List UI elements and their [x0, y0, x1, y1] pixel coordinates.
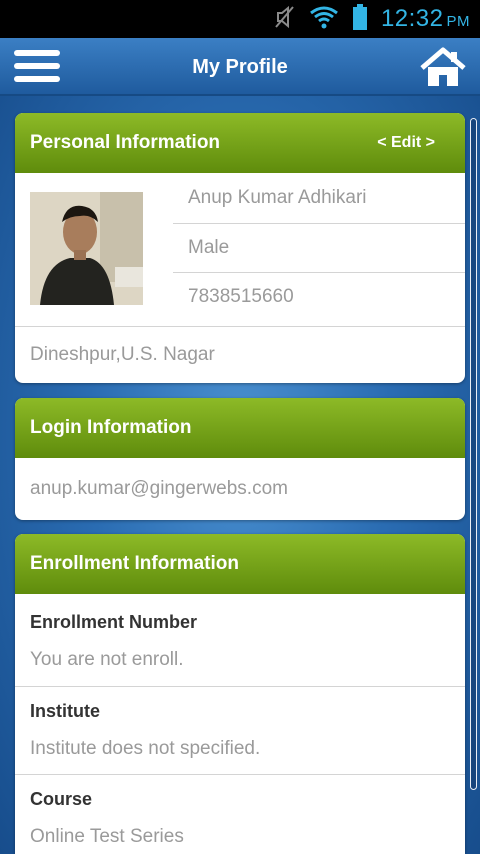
scrollbar[interactable]: [470, 118, 477, 790]
menu-icon: [14, 50, 60, 56]
personal-info-card: Personal Information < Edit > Anup Kumar…: [15, 113, 465, 383]
enrollment-number-value: You are not enroll.: [30, 649, 184, 670]
mute-icon: [275, 5, 295, 34]
name-value: Anup Kumar Adhikari: [188, 186, 367, 208]
avatar: [30, 192, 143, 305]
profile-photo: [30, 192, 143, 305]
home-icon: [420, 47, 466, 86]
page-title: My Profile: [192, 56, 288, 78]
clock: 12:32 PM: [380, 5, 470, 32]
personal-details: Anup Kumar Adhikari Male 7838515660: [173, 173, 465, 322]
gender-value: Male: [188, 236, 230, 258]
name-row: Anup Kumar Adhikari: [173, 173, 465, 223]
status-bar: 12:32 PM: [0, 0, 480, 38]
enrollment-number-label: Enrollment Number: [30, 612, 198, 632]
course-value: Online Test Series: [30, 826, 184, 847]
enrollment-number-row: Enrollment Number You are not enroll.: [15, 594, 465, 686]
login-info-header: Login Information: [15, 398, 465, 458]
address-value: Dineshpur,U.S. Nagar: [30, 343, 215, 365]
app-bar: My Profile: [0, 38, 480, 96]
institute-label: Institute: [30, 701, 100, 721]
menu-button[interactable]: [14, 50, 60, 84]
profile-summary: Anup Kumar Adhikari Male 7838515660: [15, 173, 465, 326]
wifi-icon: [309, 5, 339, 34]
enrollment-info-header: Enrollment Information: [15, 534, 465, 594]
enrollment-info-card: Enrollment Information Enrollment Number…: [15, 534, 465, 854]
home-button[interactable]: [418, 46, 468, 88]
institute-value: Institute does not specified.: [30, 738, 261, 759]
battery-icon: [352, 3, 367, 35]
phone-value: 7838515660: [188, 286, 294, 308]
email-row: anup.kumar@gingerwebs.com: [15, 458, 465, 520]
edit-button[interactable]: < Edit >: [377, 113, 435, 173]
address-row: Dineshpur,U.S. Nagar: [15, 326, 465, 382]
course-label: Course: [30, 789, 93, 809]
institute-row: Institute Institute does not specified.: [15, 686, 465, 774]
gender-row: Male: [173, 222, 465, 273]
profile-content[interactable]: Personal Information < Edit > Anup Kumar…: [0, 96, 480, 854]
course-row: Course Online Test Series: [15, 774, 465, 854]
phone-row: 7838515660: [173, 272, 465, 322]
email-value: anup.kumar@gingerwebs.com: [30, 478, 288, 499]
personal-info-header: Personal Information < Edit >: [15, 113, 465, 173]
login-info-card: Login Information anup.kumar@gingerwebs.…: [15, 398, 465, 520]
